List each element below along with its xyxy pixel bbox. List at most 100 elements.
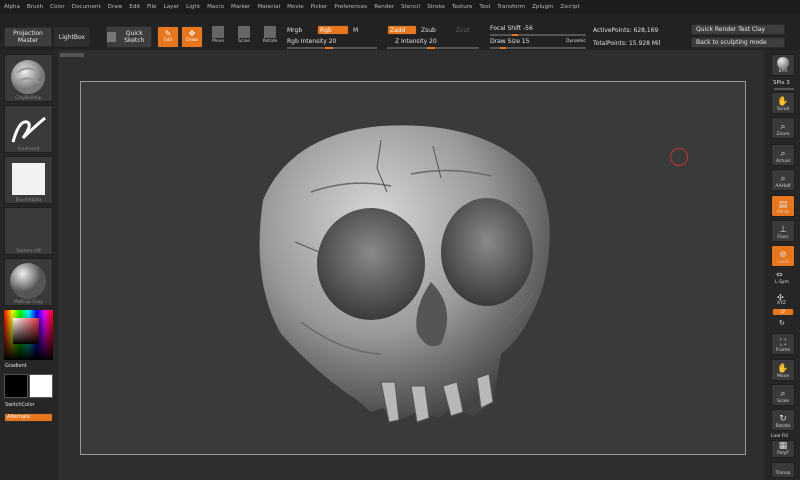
zsub-toggle[interactable]: Zsub [421, 27, 436, 34]
menu-brush[interactable]: Brush [27, 4, 43, 10]
menu-texture[interactable]: Texture [452, 4, 472, 10]
color-picker-square[interactable] [13, 318, 39, 344]
lsym-button[interactable]: L.Sym [775, 280, 789, 285]
menu-picker[interactable]: Picker [311, 4, 328, 10]
aahalf-button[interactable]: ⌕ AAHalf [771, 169, 795, 191]
zoom-button[interactable]: ⌕ Zoom [771, 117, 795, 139]
draw-button[interactable]: ✥ Draw [181, 26, 203, 48]
texture-selector[interactable] [4, 207, 53, 255]
material-selector[interactable] [4, 258, 53, 306]
zcut-toggle[interactable]: Zcut [456, 27, 470, 34]
lightbox-button[interactable]: LightBox [54, 27, 90, 47]
zadd-toggle[interactable]: Zadd [387, 25, 417, 35]
rotate-label: Rotate [775, 424, 791, 429]
alternate-button[interactable]: Alternate [4, 413, 53, 422]
menu-preferences[interactable]: Preferences [334, 4, 367, 10]
alpha-selector[interactable] [4, 156, 53, 204]
persp-label: Persp [776, 210, 790, 215]
transp-button[interactable]: Transp [771, 462, 795, 478]
menu-alpha[interactable]: Alpha [4, 4, 20, 10]
menu-movie[interactable]: Movie [287, 4, 304, 10]
actual-size-icon: ⌕ [780, 149, 786, 159]
move-hand-icon: ✋ [777, 364, 789, 374]
xyz-symmetry-toggle[interactable]: ⇄ [772, 308, 794, 316]
frame-icon: ⛶ [779, 338, 787, 348]
menu-macro[interactable]: Macro [207, 4, 224, 10]
edit-button[interactable]: ✎ Edit [157, 26, 179, 48]
secondary-color-swatch[interactable] [29, 374, 53, 398]
persp-button[interactable]: ▤ Persp [771, 195, 795, 217]
menu-zplugin[interactable]: Zplugin [532, 4, 553, 10]
focal-shift-slider[interactable] [490, 34, 586, 36]
brush-cursor [670, 148, 688, 166]
menu-light[interactable]: Light [186, 4, 200, 10]
draw-size-thumb[interactable] [500, 47, 506, 49]
menu-material[interactable]: Material [257, 4, 280, 10]
rotate-button[interactable]: ↻ Rotate [771, 409, 795, 431]
frame-button[interactable]: ⛶ Frame [771, 333, 795, 355]
menu-tool[interactable]: Tool [479, 4, 490, 10]
document-canvas[interactable] [80, 81, 746, 455]
quick-sketch-icon [107, 32, 116, 42]
gradient-label[interactable]: Gradient [5, 363, 27, 369]
menu-stroke[interactable]: Stroke [427, 4, 445, 10]
brush-label: ClayBuildup [15, 96, 42, 101]
move-button[interactable]: ✋ Move [771, 359, 795, 381]
m-toggle[interactable]: M [353, 27, 358, 34]
active-points-readout: ActivePoints: 628,169 [593, 27, 659, 34]
brush-selector[interactable] [4, 54, 53, 102]
rotate-tool[interactable]: Rotate [262, 26, 278, 50]
local-button[interactable]: ⊛ Local [771, 245, 795, 267]
transp-label: Transp [775, 471, 791, 476]
z-intensity-thumb[interactable] [427, 47, 435, 49]
dynamic-toggle[interactable]: Dynamic [566, 39, 586, 44]
stroke-selector[interactable] [4, 105, 53, 153]
back-to-sculpting-button[interactable]: Back to sculpting mode [691, 37, 785, 48]
rotate-icon [264, 26, 276, 38]
quick-render-button[interactable]: Quick Render Test Clay [691, 24, 785, 35]
rotate-axis-icon[interactable]: ↻ [779, 319, 785, 327]
hand-icon: ✋ [777, 97, 789, 107]
polyf-button[interactable]: ▦ PolyF [771, 440, 795, 458]
aahalf-label: AAHalf [775, 184, 791, 189]
quick-sketch-button[interactable]: Quick Sketch [106, 26, 152, 48]
mrgb-toggle[interactable]: Mrgb [287, 27, 302, 34]
scale-magnifier-icon: ⌕ [780, 389, 786, 399]
switch-color-button[interactable]: SwitchColor [5, 402, 35, 408]
menu-file[interactable]: File [147, 4, 156, 10]
bpr-label: BPR [778, 69, 788, 74]
menu-color[interactable]: Color [50, 4, 65, 10]
menu-layer[interactable]: Layer [164, 4, 180, 10]
floor-label: Floor [777, 235, 789, 240]
scale-button[interactable]: ⌕ Scale [771, 384, 795, 406]
matcap-sphere-icon [10, 263, 46, 299]
scale-label: Scale [776, 399, 790, 404]
move-tool[interactable]: Move [210, 26, 226, 50]
menu-draw[interactable]: Draw [108, 4, 123, 10]
menu-document[interactable]: Document [72, 4, 101, 10]
actual-button[interactable]: ⌕ Actual [771, 144, 795, 166]
scroll-button[interactable]: ✋ Scroll [771, 92, 795, 114]
rgb-intensity-thumb[interactable] [325, 47, 333, 49]
spix-control[interactable]: SPix 3 [773, 80, 790, 86]
projection-master-button[interactable]: Projection Master [4, 27, 52, 47]
focal-shift-thumb[interactable] [512, 34, 518, 36]
polyframe-icon: ▦ [778, 441, 788, 451]
menu-transform[interactable]: Transform [497, 4, 525, 10]
scale-tool[interactable]: Scale [236, 26, 252, 50]
rgb-intensity-label: Rgb Intensity 20 [287, 38, 337, 45]
menu-marker[interactable]: Marker [231, 4, 250, 10]
menu-stencil[interactable]: Stencil [401, 4, 420, 10]
menu-zscript[interactable]: Zscript [560, 4, 579, 10]
spix-slider[interactable] [774, 88, 794, 90]
aahalf-icon: ⌕ [780, 174, 786, 184]
bpr-button[interactable]: BPR [771, 54, 795, 76]
menu-edit[interactable]: Edit [129, 4, 140, 10]
rgb-toggle[interactable]: Rgb [317, 25, 349, 35]
canvas-scroll-handle[interactable] [60, 53, 84, 57]
menu-render[interactable]: Render [374, 4, 394, 10]
floor-button[interactable]: ⊥ Floor [771, 220, 795, 242]
main-menu-bar: Alpha Brush Color Document Draw Edit File Layer… [0, 0, 800, 14]
rotate-icon: ↻ [779, 414, 787, 424]
main-color-swatch[interactable] [4, 374, 28, 398]
